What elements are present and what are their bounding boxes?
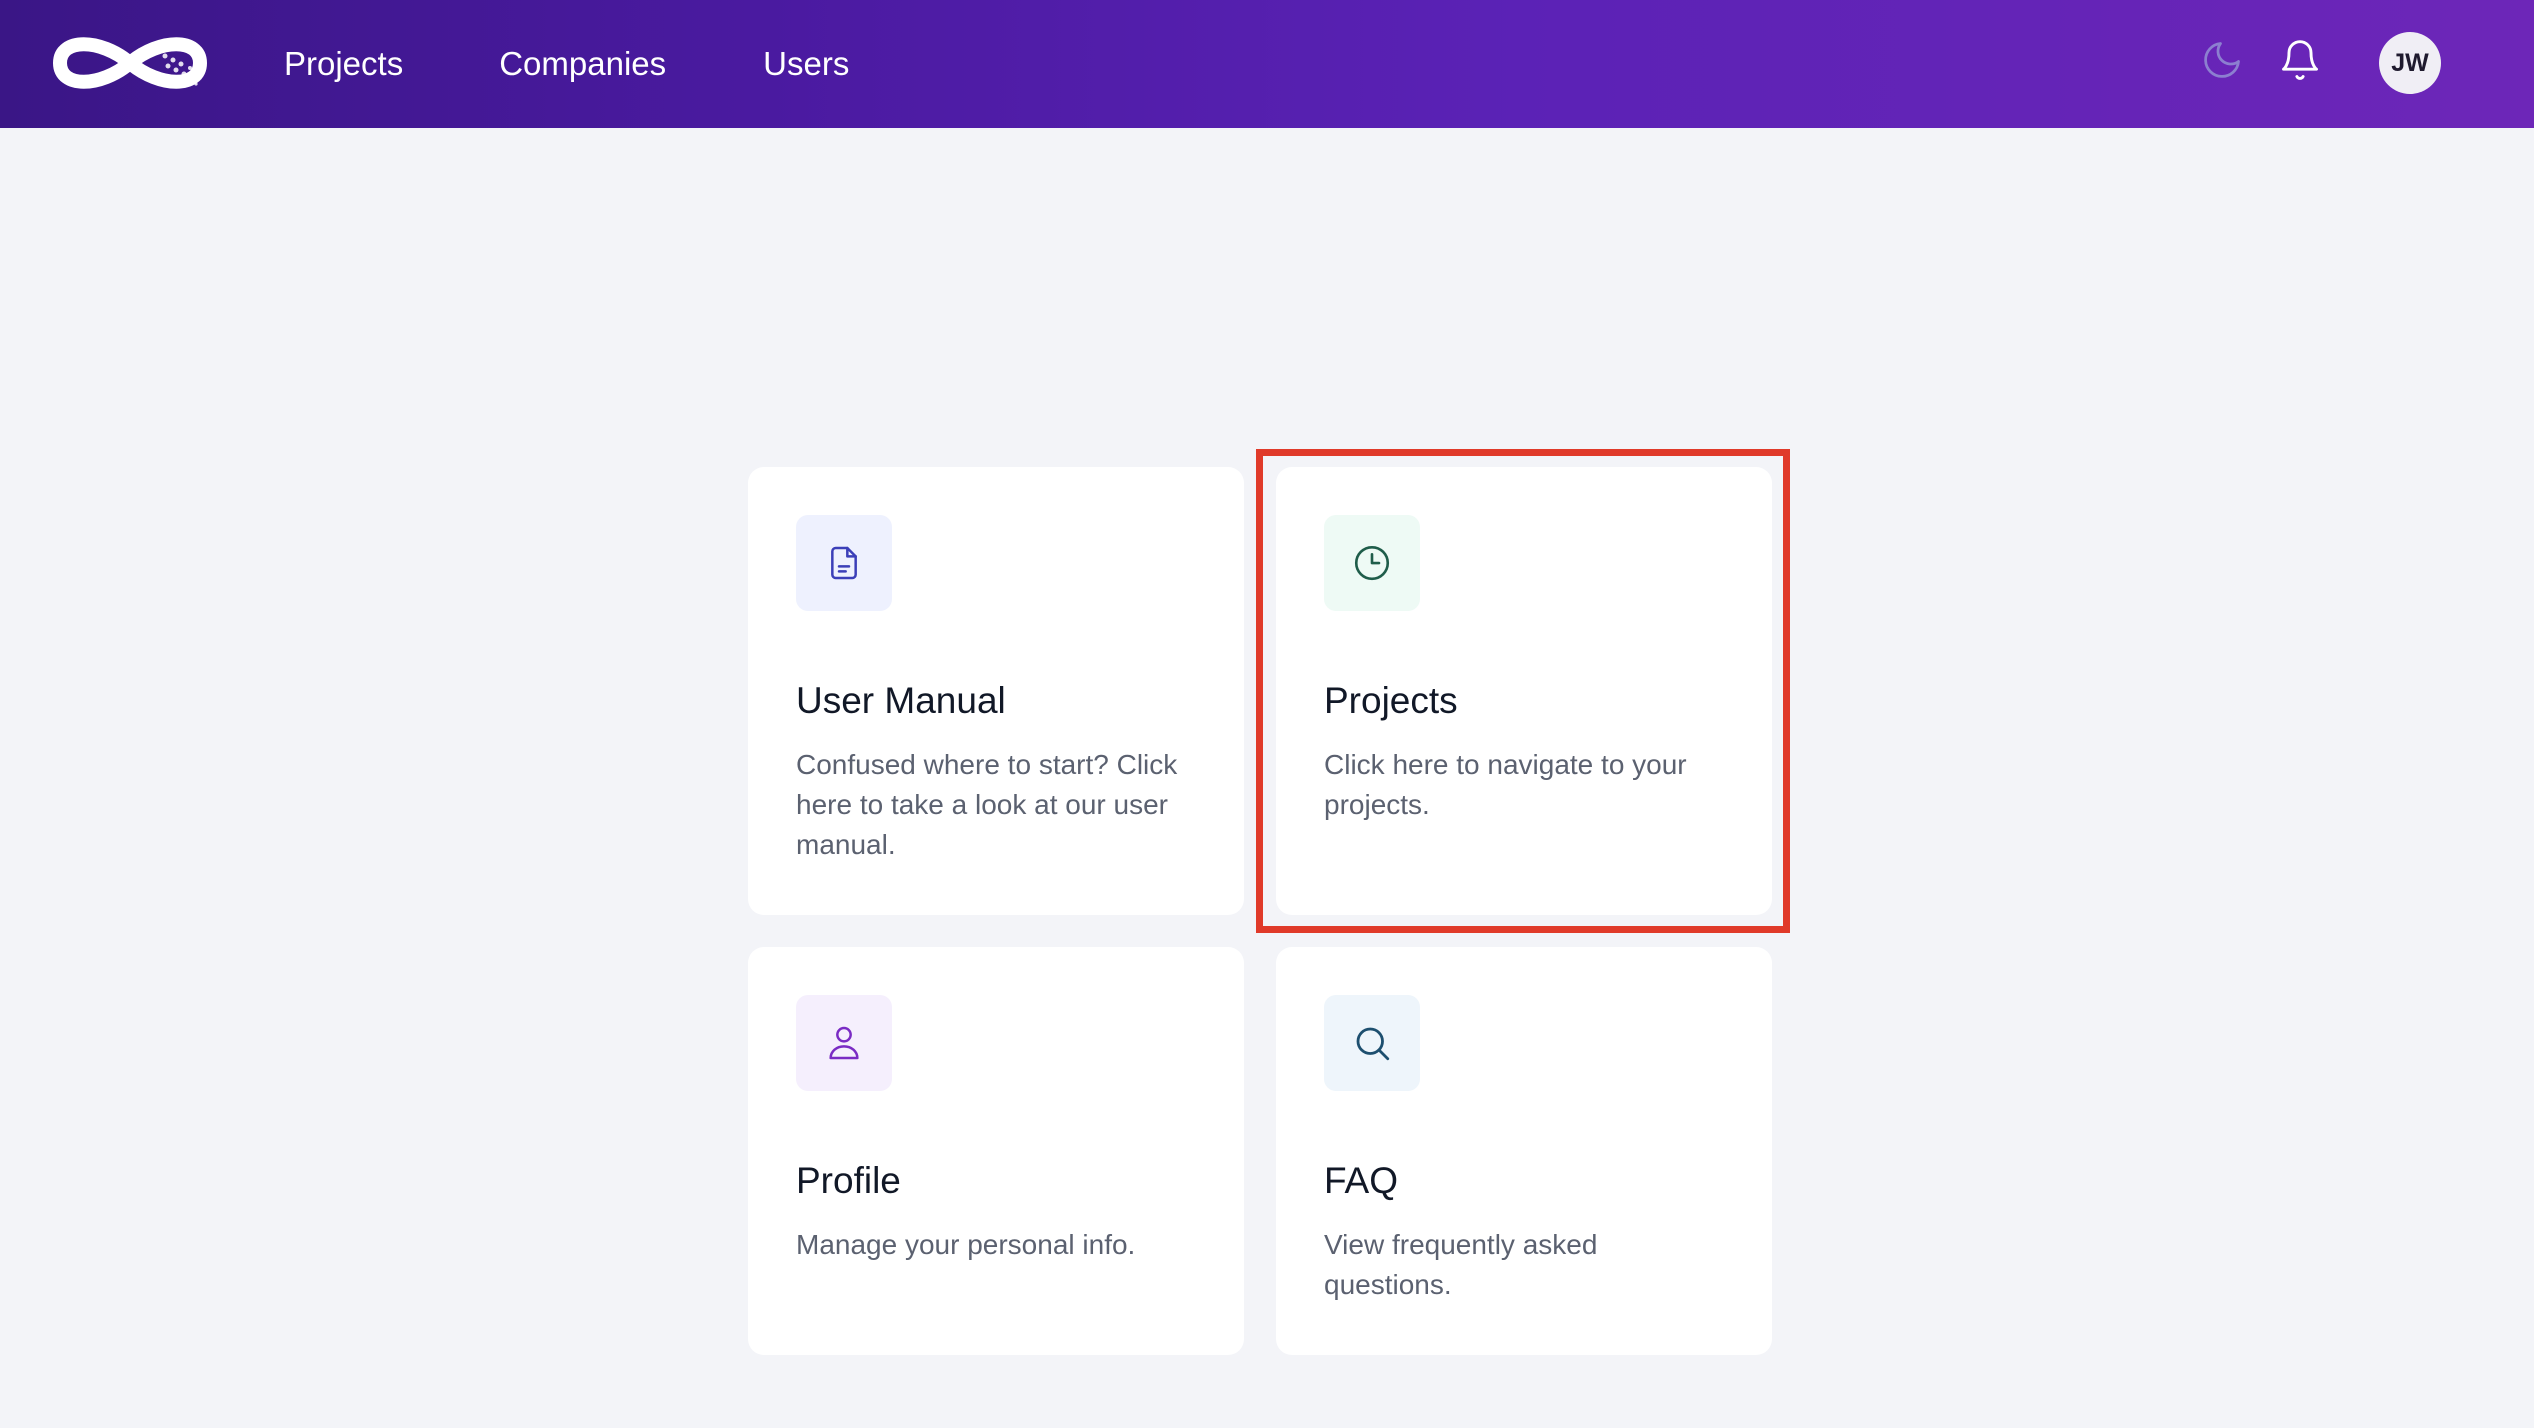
bell-icon[interactable] [2272, 32, 2328, 88]
user-avatar[interactable]: JW [2379, 32, 2441, 94]
card-profile[interactable]: Profile Manage your personal info. [748, 947, 1244, 1355]
card-title: User Manual [796, 680, 1006, 721]
top-navigation-bar: Projects Companies Users JW [0, 0, 2534, 128]
document-icon [796, 515, 892, 611]
card-faq[interactable]: FAQ View frequently asked questions. [1276, 947, 1772, 1355]
nav-projects[interactable]: Projects [284, 45, 403, 83]
card-title: FAQ [1324, 1160, 1399, 1201]
card-title: Projects [1324, 680, 1458, 721]
nav-companies[interactable]: Companies [499, 45, 666, 83]
clock-icon [1324, 515, 1420, 611]
card-title: Profile [796, 1160, 901, 1201]
card-description: Manage your personal info. [796, 1229, 1136, 1260]
card-projects[interactable]: Projects Click here to navigate to your … [1276, 467, 1772, 915]
moon-icon[interactable] [2194, 32, 2250, 88]
user-icon [796, 995, 892, 1091]
card-user-manual[interactable]: User Manual Confused where to start? Cli… [748, 467, 1244, 915]
nav-users[interactable]: Users [763, 45, 849, 83]
card-description: Confused where to start? Click here to t… [796, 749, 1178, 860]
card-description: Click here to navigate to your projects. [1324, 749, 1687, 820]
main-nav: Projects Companies Users [284, 0, 945, 128]
header-actions: JW [2134, 0, 2534, 128]
company-logo[interactable] [40, 18, 220, 108]
card-description: View frequently asked questions. [1324, 1229, 1598, 1300]
search-icon [1324, 995, 1420, 1091]
